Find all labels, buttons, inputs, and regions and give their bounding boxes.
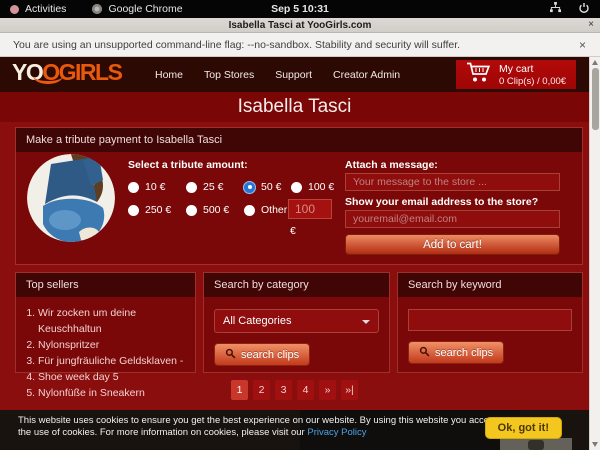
search-icon	[225, 348, 236, 362]
search-category-title: Search by category	[204, 273, 389, 297]
site-logo[interactable]: YOOGIRLS	[12, 60, 121, 84]
radio-selected-icon[interactable]	[244, 182, 255, 193]
warning-message: You are using an unsupported command-lin…	[13, 33, 460, 57]
amount-section-label: Select a tribute amount:	[128, 159, 248, 171]
amount-option-25[interactable]: 25 €	[186, 181, 223, 193]
search-category-panel: Search by category All Categories search…	[203, 272, 390, 373]
logo-smile-icon	[33, 68, 63, 84]
shopping-cart-icon	[465, 60, 491, 89]
search-clips-button-keyword[interactable]: search clips	[408, 341, 504, 364]
privacy-policy-link[interactable]: Privacy Policy	[307, 427, 366, 438]
page-button-4[interactable]: 4	[297, 380, 314, 400]
top-seller-item[interactable]: Für jungfräuliche Geldsklaven -	[38, 353, 195, 369]
radio-unselected-icon[interactable]	[128, 182, 139, 193]
email-label: Show your email address to the store?	[345, 196, 538, 208]
scrollbar[interactable]	[589, 57, 600, 450]
radio-unselected-icon[interactable]	[244, 205, 255, 216]
nav-item-support[interactable]: Support	[275, 69, 312, 81]
model-avatar	[27, 154, 115, 242]
cart-label: My cart	[499, 63, 566, 75]
cookie-text: This website uses cookies to ensure you …	[18, 415, 502, 439]
main-nav: Home Top Stores Support Creator Admin	[155, 57, 400, 92]
tribute-panel-header: Make a tribute payment to Isabella Tasci	[16, 128, 582, 152]
radio-unselected-icon[interactable]	[128, 205, 139, 216]
top-seller-item[interactable]: Wir zocken um deine Keuschhaltun	[38, 305, 195, 337]
my-cart-button[interactable]: My cart 0 Clip(s) / 0,00€	[456, 60, 576, 89]
search-clips-button-category[interactable]: search clips	[214, 343, 310, 366]
scrollbar-thumb[interactable]	[592, 68, 599, 130]
cookie-banner: This website uses cookies to ensure you …	[0, 410, 589, 450]
radio-unselected-icon[interactable]	[186, 205, 197, 216]
window-title: Isabella Tasci at YooGirls.com	[0, 18, 600, 33]
top-seller-item[interactable]: Nylonspritzer	[38, 337, 195, 353]
amount-option-other[interactable]: Other:	[244, 204, 290, 216]
scrollbar-down-icon[interactable]	[592, 442, 598, 447]
page-button-3[interactable]: 3	[275, 380, 292, 400]
page-button-next[interactable]: »	[319, 380, 336, 400]
radio-unselected-icon[interactable]	[291, 182, 302, 193]
search-icon	[419, 346, 430, 360]
radio-unselected-icon[interactable]	[186, 182, 197, 193]
other-currency-label: €	[290, 225, 296, 237]
amount-option-50[interactable]: 50 €	[244, 181, 281, 193]
top-sellers-panel: Top sellers Wir zocken um deine Keuschha…	[15, 272, 196, 373]
page-button-1[interactable]: 1	[231, 380, 248, 400]
nav-item-top-stores[interactable]: Top Stores	[204, 69, 254, 81]
add-to-cart-button[interactable]: Add to cart!	[345, 234, 560, 255]
chevron-down-icon	[362, 320, 370, 324]
amount-option-250[interactable]: 250 €	[128, 204, 171, 216]
amount-option-500[interactable]: 500 €	[186, 204, 229, 216]
search-keyword-panel: Search by keyword search clips	[397, 272, 583, 373]
browser-viewport: YOOGIRLS Home Top Stores Support Creator…	[0, 57, 589, 450]
page-title: Isabella Tasci	[0, 92, 589, 122]
desktop-top-bar: Activities Google Chrome Sep 5 10:31	[0, 0, 600, 18]
page-button-last[interactable]: »|	[341, 380, 358, 400]
scrollbar-up-icon[interactable]	[592, 60, 598, 65]
warning-infobar: You are using an unsupported command-lin…	[0, 33, 600, 57]
message-label: Attach a message:	[345, 159, 438, 171]
tribute-panel: Make a tribute payment to Isabella Tasci	[15, 127, 583, 265]
screen: Activities Google Chrome Sep 5 10:31 Isa…	[0, 0, 600, 450]
message-input[interactable]	[345, 173, 560, 191]
category-dropdown[interactable]: All Categories	[214, 309, 379, 333]
window-close-icon[interactable]: ×	[588, 19, 594, 30]
category-dropdown-value: All Categories	[223, 315, 291, 327]
email-input[interactable]	[345, 210, 560, 228]
cart-summary: 0 Clip(s) / 0,00€	[499, 76, 566, 87]
site-header: YOOGIRLS Home Top Stores Support Creator…	[0, 57, 589, 92]
clock[interactable]: Sep 5 10:31	[271, 3, 329, 15]
window-titlebar: Isabella Tasci at YooGirls.com ×	[0, 18, 600, 33]
network-icon[interactable]	[549, 2, 562, 16]
other-amount-input[interactable]	[288, 199, 332, 219]
ok-got-it-button[interactable]: Ok, got it!	[485, 417, 562, 439]
amount-option-100[interactable]: 100 €	[291, 181, 334, 193]
pagination: 1 2 3 4 » »|	[0, 380, 589, 400]
nav-item-creator-admin[interactable]: Creator Admin	[333, 69, 400, 81]
warning-close-icon[interactable]: ×	[579, 33, 586, 57]
power-icon[interactable]	[578, 2, 590, 17]
page-button-2[interactable]: 2	[253, 380, 270, 400]
search-keyword-title: Search by keyword	[398, 273, 582, 297]
nav-item-home[interactable]: Home	[155, 69, 183, 81]
keyword-input[interactable]	[408, 309, 572, 331]
top-sellers-title: Top sellers	[16, 273, 195, 297]
amount-option-10[interactable]: 10 €	[128, 181, 165, 193]
